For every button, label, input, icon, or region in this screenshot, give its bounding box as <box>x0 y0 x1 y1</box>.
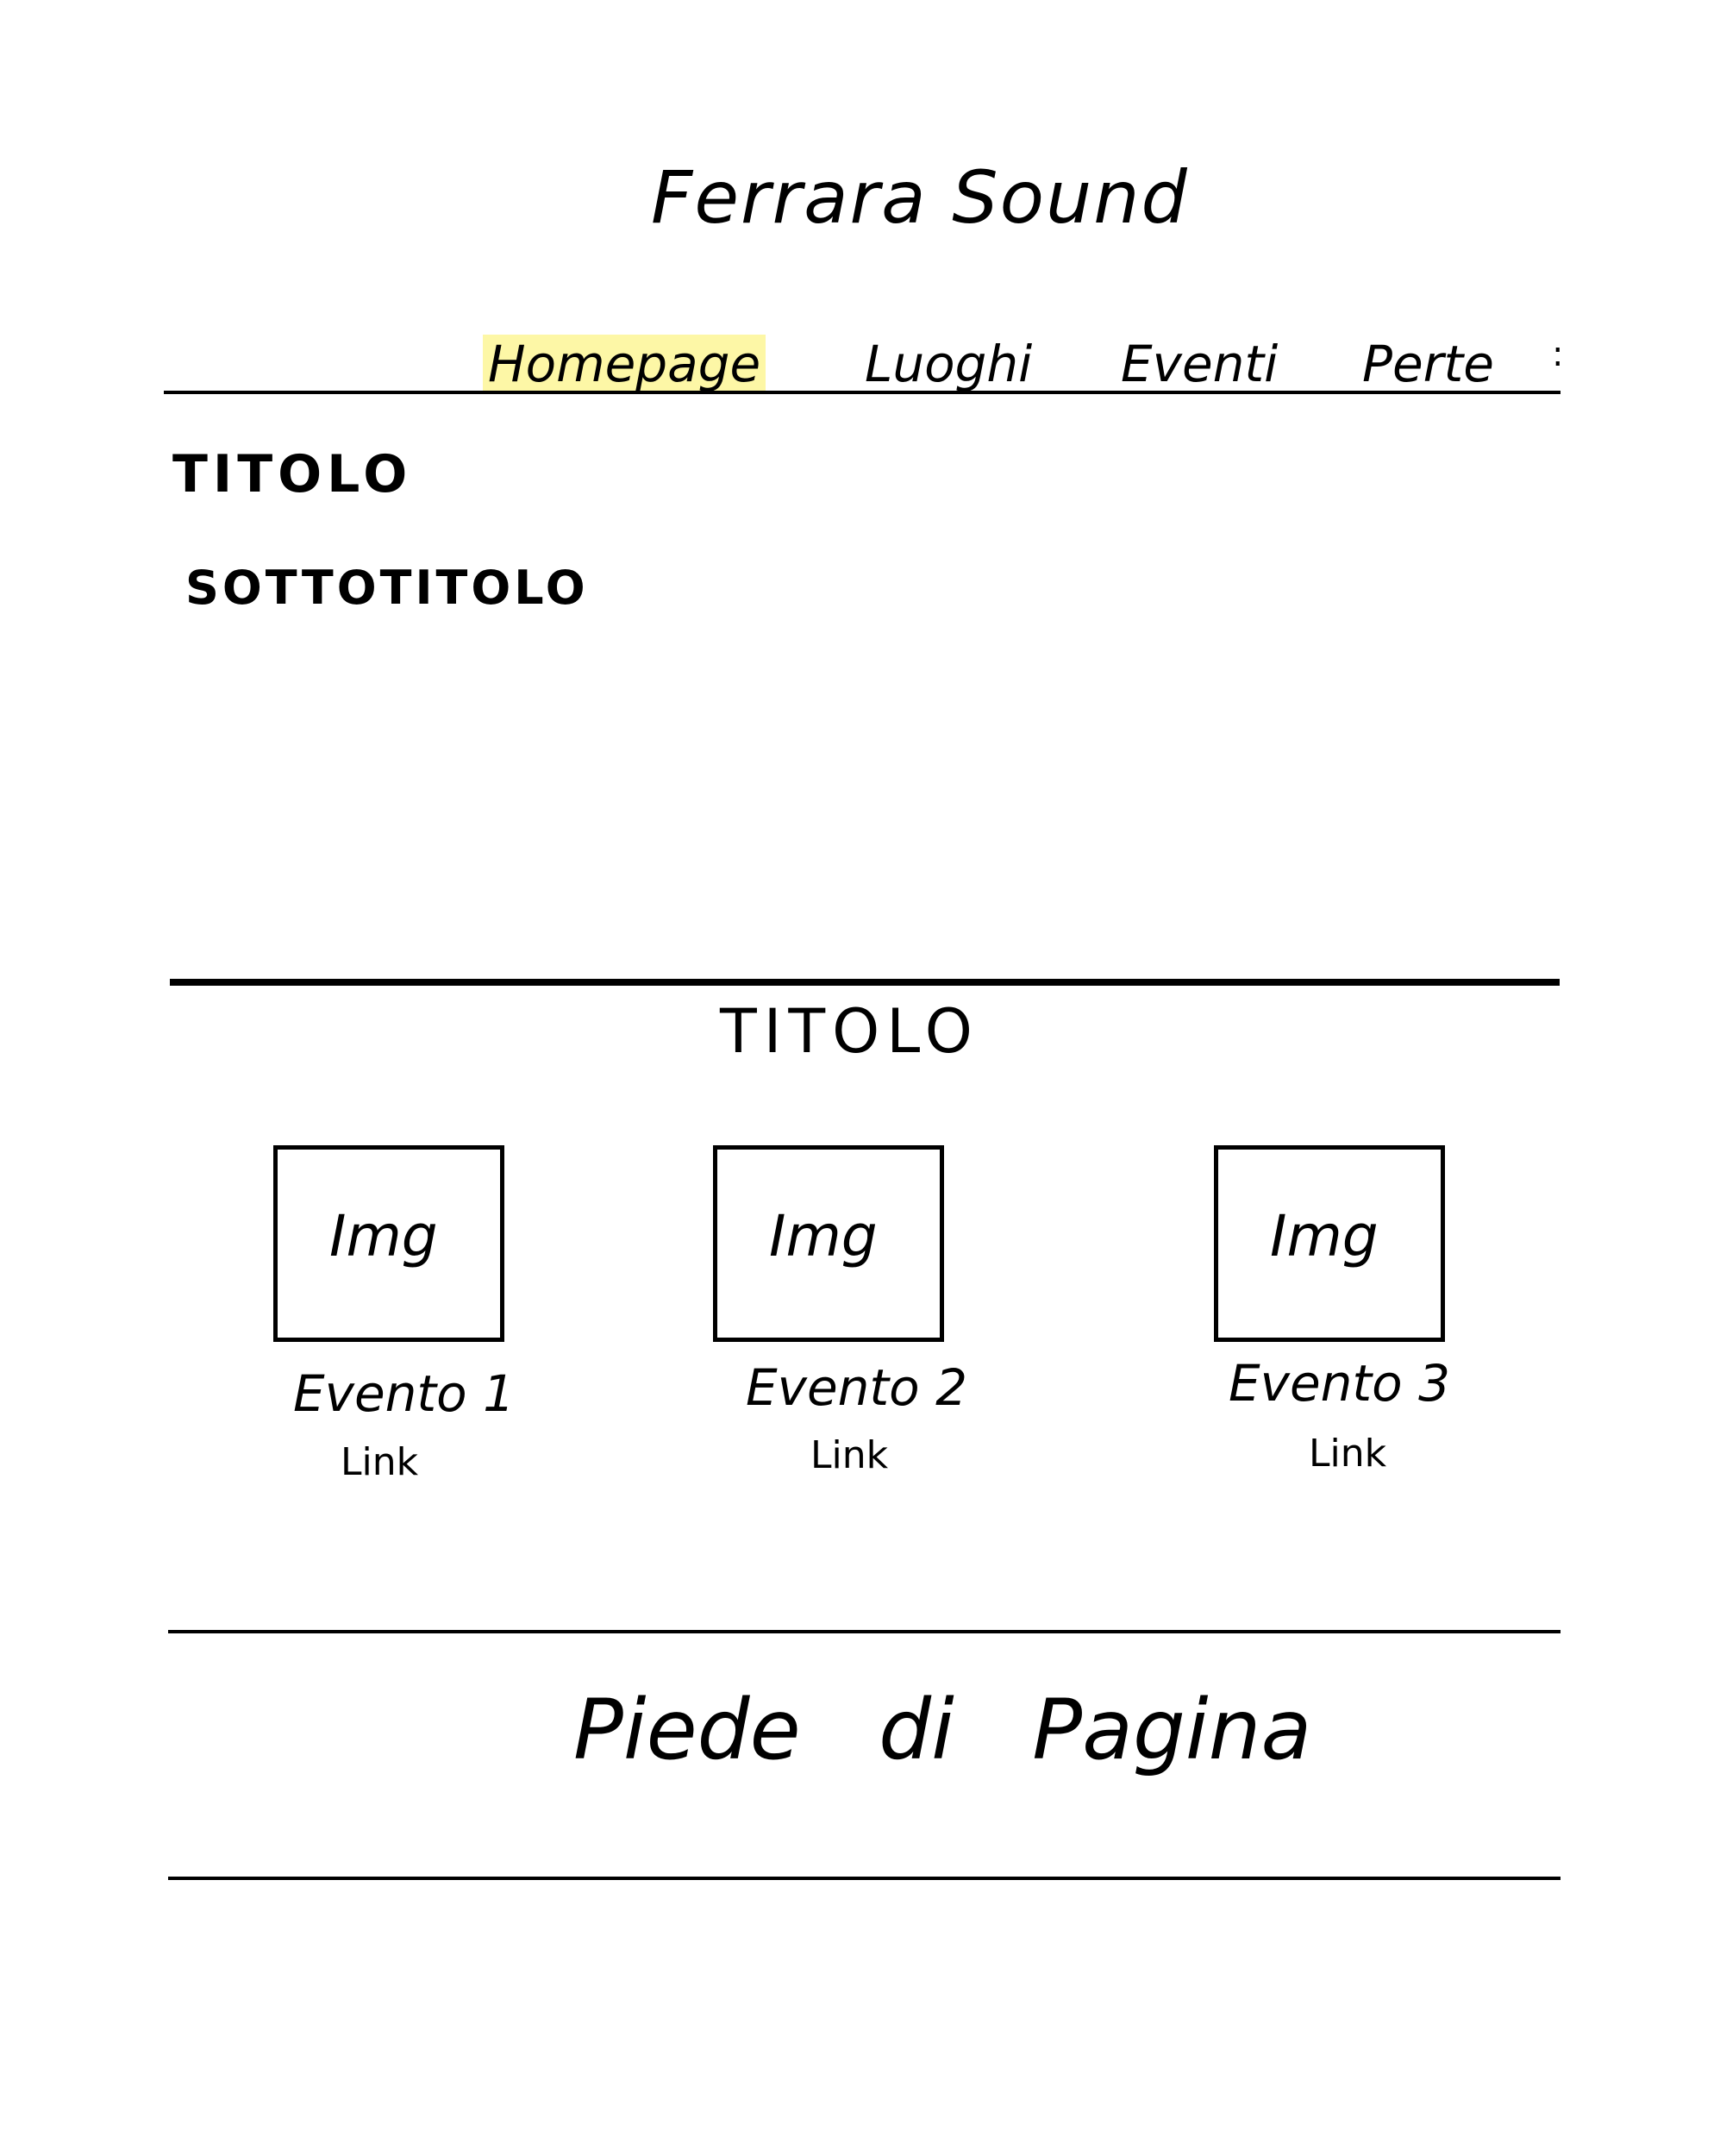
nav-item-eventi[interactable]: Eventi <box>1121 335 1278 393</box>
site-title: Ferrara Sound <box>651 155 1189 240</box>
event-card-1-link[interactable]: Link <box>341 1440 418 1484</box>
nav-item-perte[interactable]: Perte <box>1362 335 1494 393</box>
nav-item-luoghi[interactable]: Luoghi <box>865 335 1032 393</box>
image-placeholder-label: Img <box>1270 1203 1379 1269</box>
footer-text: Piede di Pagina <box>573 1682 1312 1778</box>
event-card-3-name: Evento 3 <box>1229 1354 1450 1413</box>
image-placeholder-label: Img <box>329 1203 438 1269</box>
event-card-3-image[interactable]: Img <box>1214 1145 1445 1342</box>
hero-divider <box>170 979 1560 986</box>
event-card-1-name: Evento 1 <box>293 1364 515 1423</box>
nav-divider <box>164 391 1561 394</box>
image-placeholder-label: Img <box>769 1203 878 1269</box>
event-card-3-link[interactable]: Link <box>1309 1432 1386 1476</box>
footer-bottom-divider <box>168 1877 1561 1880</box>
hero-title: TITOLO <box>172 444 413 505</box>
hero-subtitle: SOTTOTITOLO <box>185 561 589 615</box>
event-card-2-link[interactable]: Link <box>810 1433 888 1477</box>
event-card-1-image[interactable]: Img <box>273 1145 504 1342</box>
events-section-title: TITOLO <box>720 996 979 1067</box>
nav-item-homepage[interactable]: Homepage <box>483 335 766 393</box>
nav-more-icon[interactable]: : <box>1552 335 1563 374</box>
footer-top-divider <box>168 1630 1561 1633</box>
event-card-2-image[interactable]: Img <box>713 1145 944 1342</box>
event-card-2-name: Evento 2 <box>746 1358 967 1417</box>
